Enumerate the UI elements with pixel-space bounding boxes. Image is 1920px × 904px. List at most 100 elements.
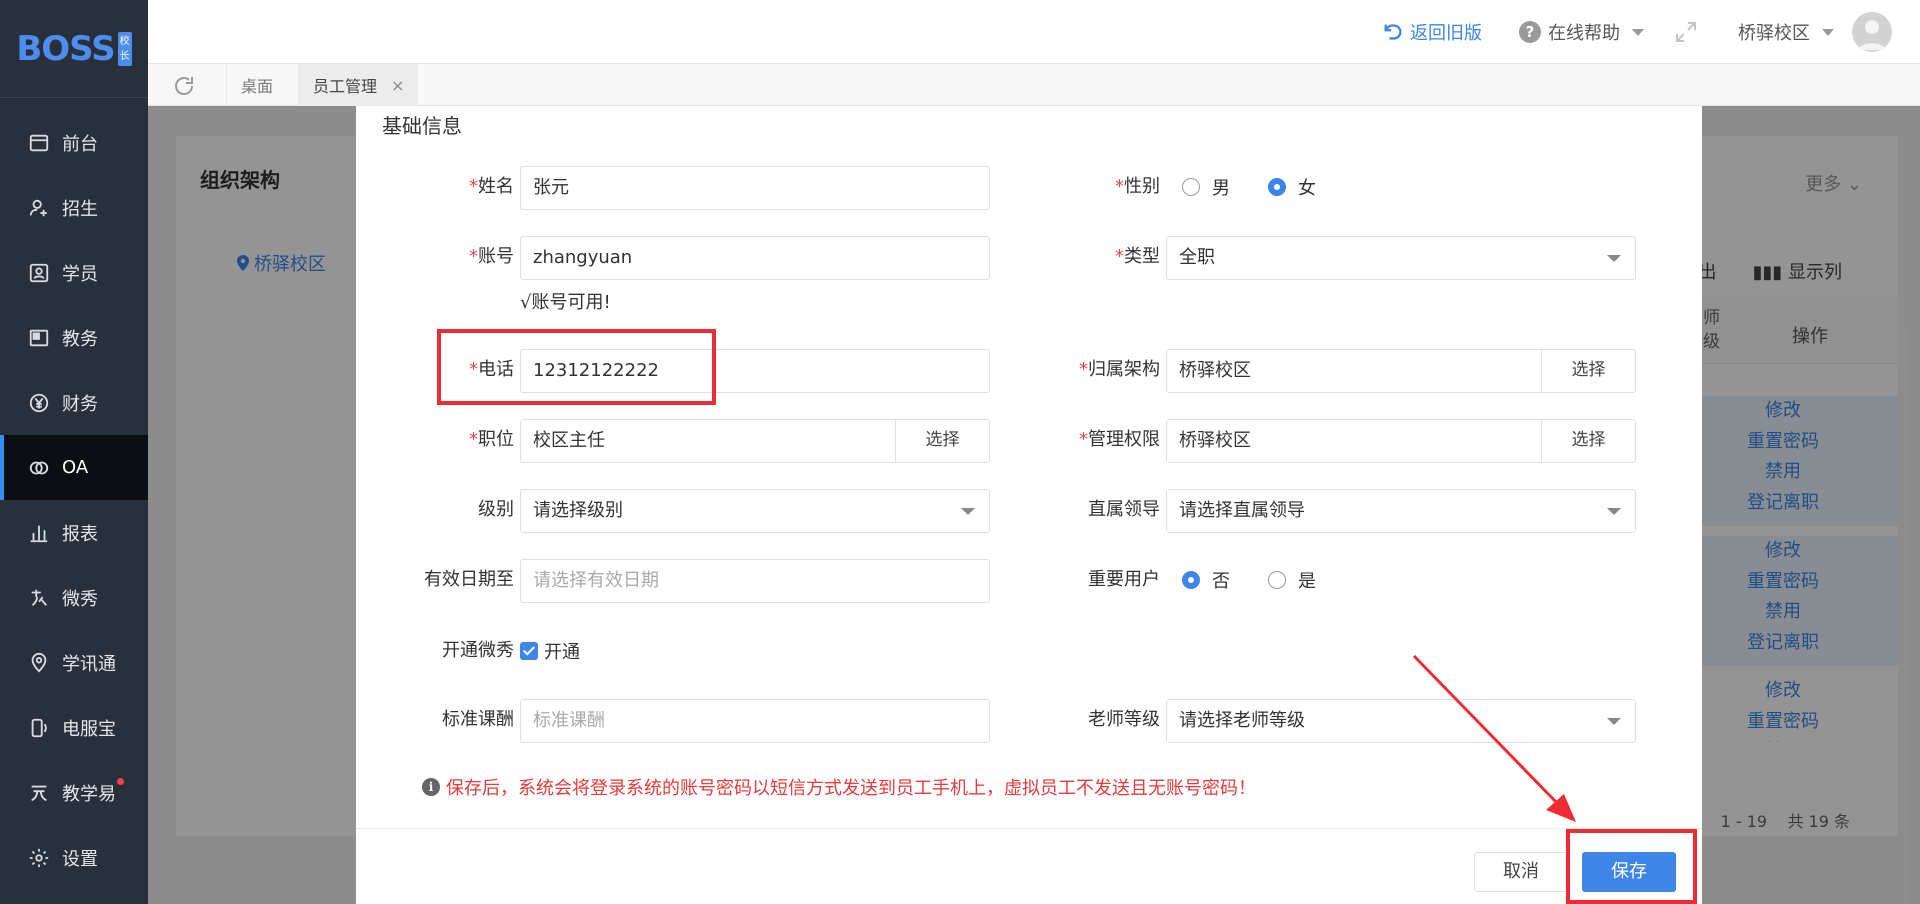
sidebar-item-xuexuntong[interactable]: 学讯通 [0, 630, 148, 695]
important-user-label: 重要用户 [1088, 569, 1160, 590]
permission-input[interactable]: 桥驿校区 选择 [1166, 419, 1636, 463]
enroll-icon [29, 199, 47, 216]
app-logo[interactable]: BOSS 校长 [0, 0, 148, 98]
sidebar-item-oa[interactable]: OA [0, 435, 148, 500]
gender-label: *性别 [1115, 176, 1160, 197]
sidebar-item-enroll[interactable]: 招生 [0, 175, 148, 240]
account-available-hint: √账号可用! [520, 292, 611, 313]
sidebar-item-label: 学讯通 [62, 653, 116, 675]
help-label: 在线帮助 [1548, 23, 1620, 44]
sidebar-item-dianfubao[interactable]: 电服宝 [0, 695, 148, 760]
gear-icon [29, 848, 49, 867]
annotation-arrow [1412, 654, 1576, 822]
tab-desktop[interactable]: 桌面 [226, 64, 287, 106]
type-label: *类型 [1115, 246, 1160, 267]
campus-switcher[interactable]: 桥驿校区 [1738, 0, 1834, 64]
radio-label: 否 [1212, 571, 1230, 592]
weixiu-icon [31, 589, 48, 606]
notification-dot [117, 778, 124, 785]
name-label: *姓名 [469, 176, 514, 197]
logo-text: BOSS [16, 28, 115, 69]
sidebar-item-academic[interactable]: 教务 [0, 305, 148, 370]
chevron-down-icon [1607, 255, 1621, 262]
permission-choose-button[interactable]: 选择 [1541, 419, 1635, 463]
sidebar-item-label: OA [62, 457, 89, 478]
student-icon [29, 263, 49, 282]
teacher-level-placeholder: 请选择老师等级 [1179, 710, 1305, 731]
radio-circle-selected [1182, 571, 1200, 589]
user-avatar-icon [1858, 20, 1886, 50]
campus-label: 桥驿校区 [1738, 23, 1810, 44]
online-help-menu[interactable]: ? 在线帮助 [1518, 0, 1644, 64]
sidebar-item-finance[interactable]: 财务 [0, 370, 148, 435]
sidebar-item-label: 报表 [62, 523, 98, 545]
oa-icon [29, 461, 49, 474]
page-scrollbar[interactable] [1910, 326, 1920, 904]
sidebar-item-settings[interactable]: 设置 [0, 825, 148, 890]
back-to-old-version-link[interactable]: 返回旧版 [1382, 0, 1482, 64]
undo-icon [1384, 24, 1402, 40]
radio-circle-selected [1268, 178, 1286, 196]
org-choose-button[interactable]: 选择 [1541, 349, 1635, 393]
chevron-down-icon [1632, 28, 1644, 36]
teach-icon [31, 785, 47, 801]
cancel-button[interactable]: 取消 [1474, 852, 1568, 892]
type-selected-value: 全职 [1179, 247, 1215, 268]
permission-value: 桥驿校区 [1179, 430, 1251, 451]
sidebar-item-label: 教务 [62, 328, 98, 350]
level-placeholder: 请选择级别 [533, 500, 623, 521]
tab-bar: 桌面 员工管理 × [148, 64, 1920, 106]
expand-icon [1676, 22, 1696, 42]
radio-label: 女 [1298, 178, 1316, 199]
leader-placeholder: 请选择直属领导 [1179, 500, 1305, 521]
sidebar-item-label: 微秀 [62, 588, 98, 610]
notice-text: 保存后，系统会将登录系统的账号密码以短信方式发送到员工手机上，虚拟员工不发送且无… [446, 778, 1256, 799]
save-notice: i 保存后，系统会将登录系统的账号密码以短信方式发送到员工手机上，虚拟员工不发送… [422, 774, 1256, 800]
tab-label: 员工管理 [313, 77, 378, 96]
valid-date-label: 有效日期至 [424, 569, 514, 590]
gender-female-radio[interactable]: 女 [1268, 166, 1316, 208]
sidebar-item-students[interactable]: 学员 [0, 240, 148, 305]
desk-icon [29, 134, 49, 151]
checkbox-label: 开通 [544, 642, 580, 663]
org-input[interactable]: 桥驿校区 选择 [1166, 349, 1636, 393]
avatar[interactable] [1852, 12, 1892, 52]
sidebar-item-frontdesk[interactable]: 前台 [0, 110, 148, 175]
yen-icon [29, 393, 49, 412]
radio-label: 男 [1212, 178, 1230, 199]
sidebar-item-label: 财务 [62, 393, 98, 415]
sidebar: BOSS 校长 前台 招生 学员 教务 财务 OA 报表 微秀 学讯通 电服宝 … [0, 0, 148, 904]
checkbox-checked-icon [520, 642, 538, 660]
save-highlight-box [1566, 829, 1697, 904]
type-select[interactable]: 全职 [1166, 236, 1636, 280]
radio-circle [1268, 571, 1286, 589]
teacher-level-label: 老师等级 [1088, 709, 1160, 730]
weixiu-checkbox[interactable]: 开通 [520, 630, 580, 672]
standard-fee-label: 标准课酬 [442, 709, 514, 730]
sidebar-item-weixiu[interactable]: 微秀 [0, 565, 148, 630]
sidebar-item-label: 学员 [62, 263, 98, 285]
position-label: *职位 [469, 429, 514, 450]
fullscreen-button[interactable] [1674, 0, 1704, 64]
location-icon [31, 652, 47, 673]
refresh-button[interactable] [172, 74, 196, 103]
chevron-down-icon [1607, 718, 1621, 725]
gender-male-radio[interactable]: 男 [1182, 166, 1230, 208]
sidebar-item-label: 设置 [62, 848, 98, 870]
tab-staff-management[interactable]: 员工管理 × [298, 64, 419, 106]
important-yes-radio[interactable]: 是 [1268, 559, 1316, 601]
close-icon[interactable]: × [391, 76, 404, 95]
sidebar-item-jiaoxueyi[interactable]: 教学易 [0, 760, 148, 825]
radio-label: 是 [1298, 571, 1316, 592]
back-label: 返回旧版 [1410, 23, 1482, 44]
chevron-down-icon [1822, 28, 1834, 36]
bar-chart-icon [30, 525, 48, 542]
position-value: 校区主任 [533, 430, 605, 451]
leader-select[interactable]: 请选择直属领导 [1166, 489, 1636, 533]
sidebar-item-reports[interactable]: 报表 [0, 500, 148, 565]
chevron-down-icon [1607, 508, 1621, 515]
sidebar-item-label: 招生 [62, 198, 98, 220]
important-no-radio[interactable]: 否 [1182, 559, 1230, 601]
radio-circle [1182, 178, 1200, 196]
info-icon: i [422, 778, 440, 796]
